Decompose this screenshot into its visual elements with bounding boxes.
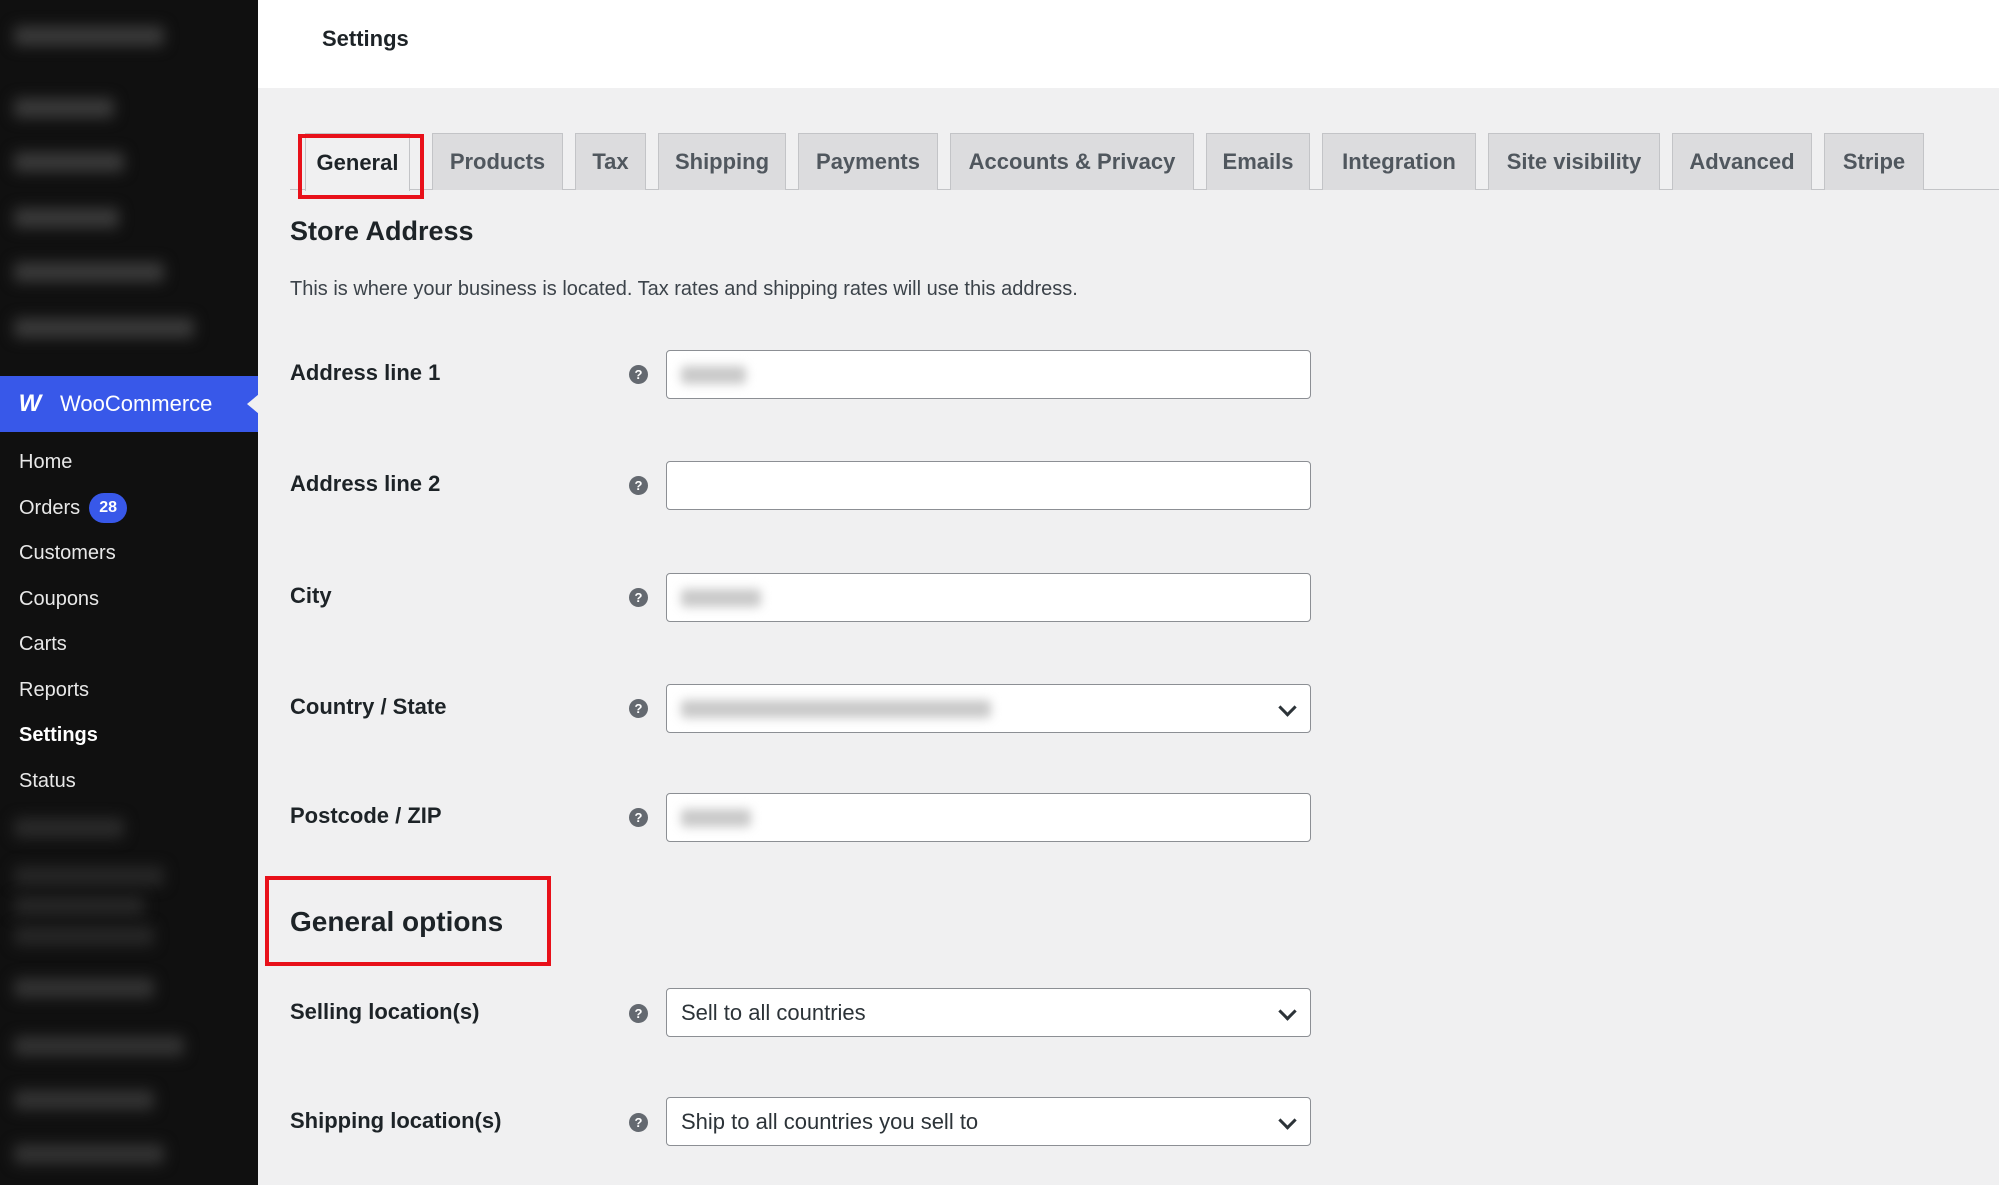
tab-advanced[interactable]: Advanced [1672, 133, 1812, 190]
blurred-menu-item[interactable] [14, 978, 154, 998]
blurred-menu-item[interactable] [14, 26, 164, 46]
tab-shipping[interactable]: Shipping [658, 133, 786, 190]
sidebar-item-orders[interactable]: Orders 28 [0, 486, 258, 532]
sidebar-item-label: Customers [19, 542, 116, 565]
shipping-locations-value: Ship to all countries you sell to [681, 1108, 979, 1134]
blurred-menu-item[interactable] [14, 818, 124, 838]
tab-payments[interactable]: Payments [798, 133, 938, 190]
blurred-menu-item[interactable] [14, 152, 124, 172]
help-icon[interactable]: ? [629, 699, 648, 718]
sidebar-item-label: Coupons [19, 587, 100, 610]
sidebar-item-reports[interactable]: Reports [0, 668, 258, 714]
shipping-locations-label: Shipping location(s) [290, 1108, 502, 1133]
city-input[interactable] [666, 573, 1311, 622]
tab-tax[interactable]: Tax [575, 133, 646, 190]
general-options-heading: General options [290, 906, 504, 937]
sidebar-item-home[interactable]: Home [0, 440, 258, 486]
address-line-1-label: Address line 1 [290, 360, 441, 385]
sidebar-item-settings[interactable]: Settings [0, 713, 258, 759]
admin-sidebar: W WooCommerce Home Orders 28 Customers Co… [0, 0, 258, 1185]
chevron-down-icon [1278, 1111, 1297, 1130]
blurred-value [681, 588, 761, 607]
sidebar-item-carts[interactable]: Carts [0, 622, 258, 668]
blurred-menu-item[interactable] [14, 1036, 184, 1056]
help-icon[interactable]: ? [629, 1004, 648, 1023]
sidebar-item-label: Carts [19, 633, 67, 656]
tab-integration[interactable]: Integration [1322, 133, 1476, 190]
tab-general[interactable]: General [305, 133, 410, 191]
blurred-menu-item[interactable] [14, 318, 194, 338]
woocommerce-logo-icon: W [18, 390, 42, 417]
sidebar-item-label: Home [19, 451, 73, 474]
help-icon[interactable]: ? [629, 588, 648, 607]
selling-locations-select[interactable]: Sell to all countries [666, 988, 1311, 1037]
sidebar-item-label: Settings [19, 724, 98, 747]
sidebar-item-coupons[interactable]: Coupons [0, 577, 258, 623]
sidebar-item-status[interactable]: Status [0, 759, 258, 805]
blurred-menu-item[interactable] [14, 262, 164, 282]
postcode-input[interactable] [666, 793, 1311, 842]
sidebar-item-label: Orders [19, 496, 81, 519]
blurred-menu-item[interactable] [14, 1144, 164, 1164]
sidebar-woocommerce-label: WooCommerce [60, 391, 213, 416]
help-icon[interactable]: ? [629, 365, 648, 384]
tab-accounts-privacy[interactable]: Accounts & Privacy [950, 133, 1194, 190]
selling-locations-label: Selling location(s) [290, 999, 480, 1024]
shipping-locations-select[interactable]: Ship to all countries you sell to [666, 1097, 1311, 1146]
tab-products[interactable]: Products [432, 133, 563, 190]
blurred-menu-item[interactable] [14, 926, 154, 946]
country-state-select[interactable] [666, 684, 1311, 733]
store-address-heading: Store Address [290, 216, 474, 246]
help-icon[interactable]: ? [629, 808, 648, 827]
help-icon[interactable]: ? [629, 476, 648, 495]
sidebar-item-label: Status [19, 769, 76, 792]
address-line-1-input[interactable] [666, 350, 1311, 399]
blurred-value [681, 365, 746, 384]
store-address-description: This is where your business is located. … [290, 278, 1078, 300]
blurred-menu-item[interactable] [14, 896, 144, 916]
help-icon[interactable]: ? [629, 1113, 648, 1132]
postcode-label: Postcode / ZIP [290, 803, 442, 828]
country-state-label: Country / State [290, 694, 447, 719]
settings-tabs: General Products Tax Shipping Payments A… [290, 133, 1999, 191]
address-line-2-input[interactable] [666, 461, 1311, 510]
selling-locations-value: Sell to all countries [681, 999, 866, 1025]
tab-emails[interactable]: Emails [1206, 133, 1310, 190]
page-title: Settings [322, 26, 409, 51]
blurred-menu-item[interactable] [14, 866, 164, 886]
chevron-down-icon [1278, 1002, 1297, 1021]
blurred-value [681, 699, 991, 718]
sidebar-item-customers[interactable]: Customers [0, 531, 258, 577]
address-line-2-label: Address line 2 [290, 471, 441, 496]
orders-count-badge: 28 [89, 493, 128, 524]
blurred-value [681, 808, 751, 827]
city-label: City [290, 583, 332, 608]
blurred-menu-item[interactable] [14, 208, 119, 228]
chevron-down-icon [1278, 698, 1297, 717]
sidebar-woocommerce[interactable]: W WooCommerce [0, 376, 258, 432]
tab-stripe[interactable]: Stripe [1824, 133, 1924, 190]
blurred-menu-item[interactable] [14, 1090, 154, 1110]
woocommerce-submenu: Home Orders 28 Customers Coupons Carts Re… [0, 440, 258, 804]
tab-site-visibility[interactable]: Site visibility [1488, 133, 1660, 190]
blurred-menu-item[interactable] [14, 98, 114, 118]
sidebar-item-label: Reports [19, 678, 90, 701]
page-header: Settings [258, 0, 1999, 88]
